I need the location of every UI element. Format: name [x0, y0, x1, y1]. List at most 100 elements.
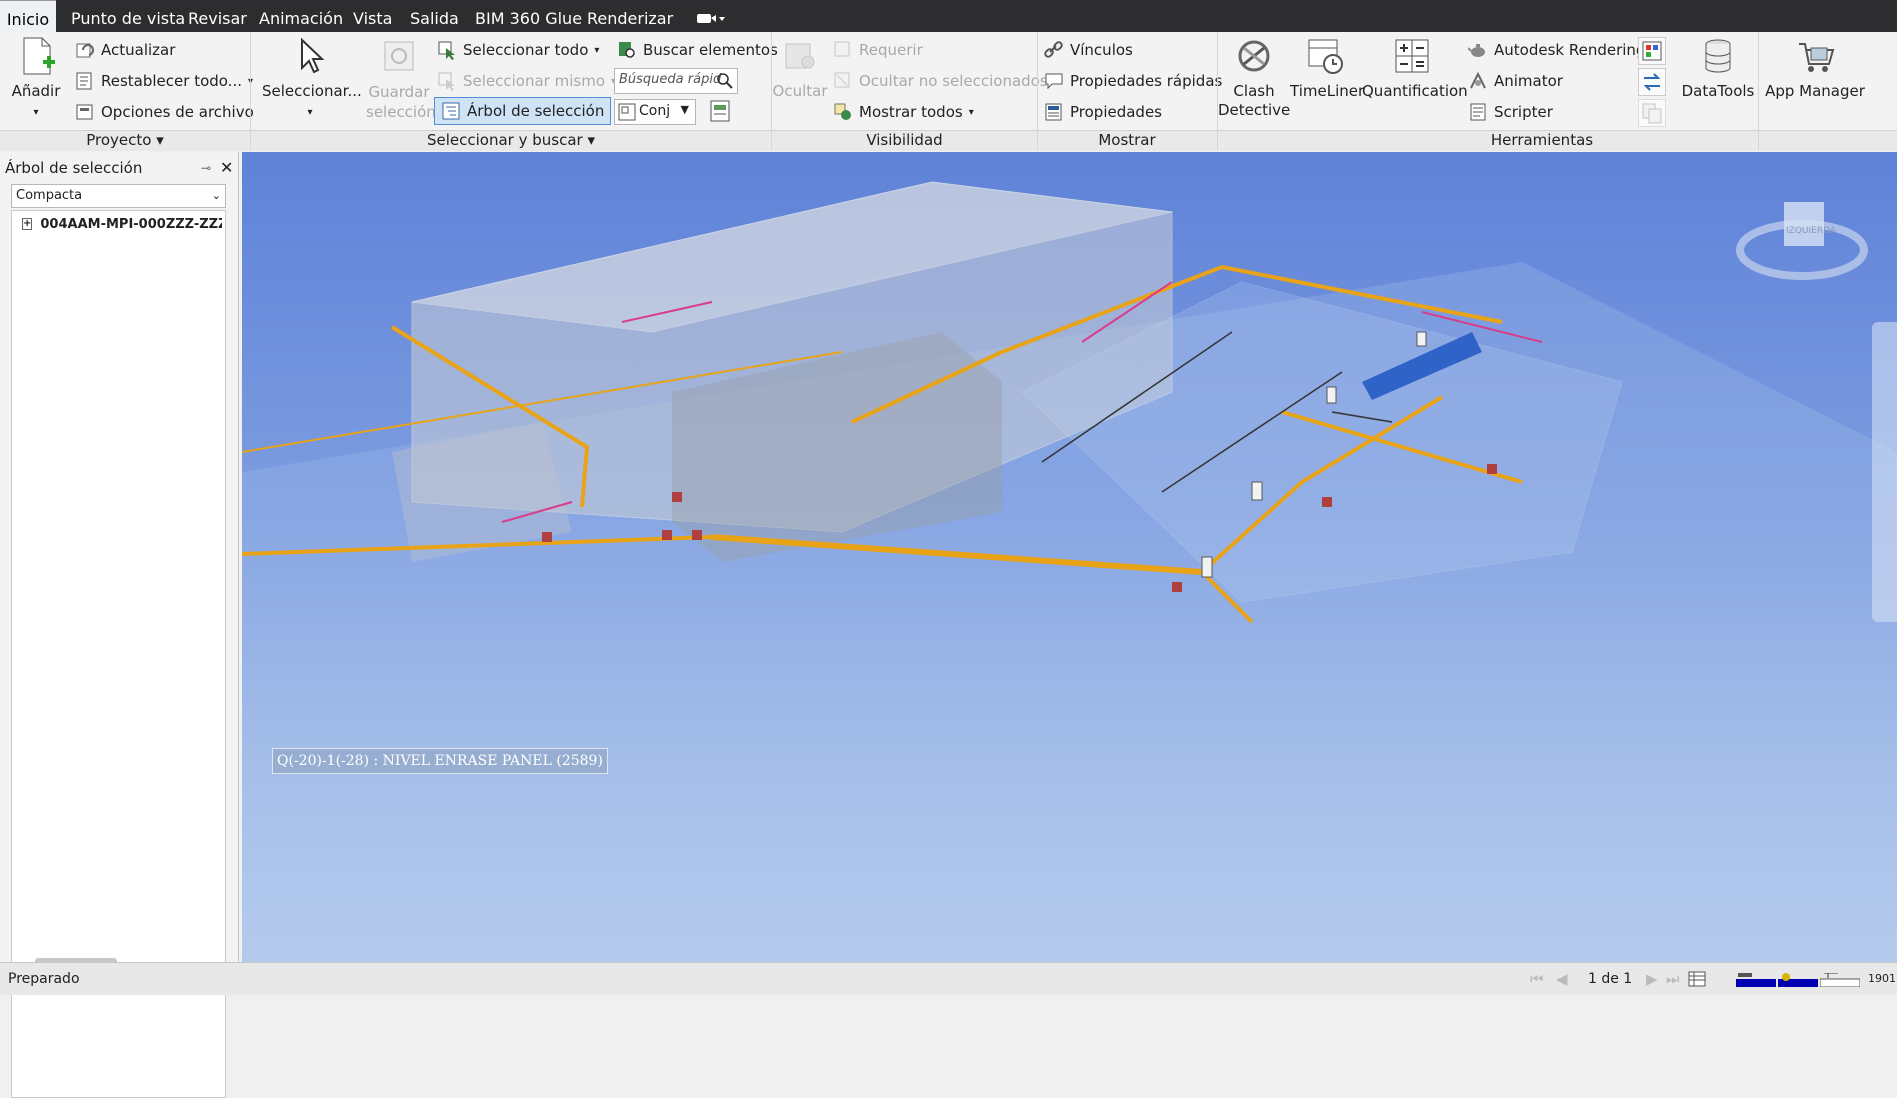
autodesk-rendering-button[interactable]: Autodesk Rendering	[1468, 40, 1645, 60]
manage-sets-icon	[710, 100, 730, 122]
quick-find-input[interactable]: Búsqueda rápid	[614, 68, 738, 94]
select-all-icon	[438, 41, 455, 60]
quantification-button[interactable]: Quantification	[1362, 36, 1468, 101]
quick-find-placeholder: Búsqueda rápid	[619, 72, 722, 87]
file-options-button[interactable]: Opciones de archivo	[75, 102, 254, 122]
select-all-button[interactable]: Seleccionar todo ▾	[437, 40, 599, 60]
web-server-progress-icon	[1819, 972, 1861, 988]
add-button[interactable]: Añadir ▾	[8, 36, 64, 122]
tab-revisar[interactable]: Revisar	[188, 0, 247, 32]
hide-button[interactable]: Ocultar	[772, 36, 828, 101]
3d-viewport[interactable]: IZQUIERDA Q(-20)-1(-28) : NIVEL ENRASE P…	[242, 152, 1897, 962]
panel-title-mostrar: Mostrar	[1098, 131, 1156, 149]
panel-title-seleccionar[interactable]: Seleccionar y buscar ▾	[251, 131, 771, 150]
video-camera-icon[interactable]	[695, 10, 725, 26]
require-button[interactable]: Requerir	[833, 40, 923, 60]
find-items-button[interactable]: Buscar elementos	[617, 40, 778, 60]
model-render	[242, 181, 1897, 962]
database-icon	[1705, 39, 1731, 73]
swap-arrows-icon	[1643, 73, 1661, 91]
hide-unselected-button[interactable]: Ocultar no seleccionados	[833, 71, 1048, 91]
properties-button[interactable]: Propiedades	[1044, 102, 1162, 122]
select-button[interactable]: Seleccionar... ▾	[262, 36, 362, 122]
manhole	[542, 532, 552, 542]
select-same-icon	[438, 72, 455, 91]
tab-salida[interactable]: Salida	[410, 0, 459, 32]
tab-punto-de-vista[interactable]: Punto de vista	[71, 0, 185, 32]
datatools-button[interactable]: DataTools	[1680, 36, 1756, 101]
appearance-profiler-button[interactable]	[1638, 37, 1666, 65]
quick-find-search-icon[interactable]	[715, 71, 735, 91]
app-manager-button[interactable]: App Manager	[1762, 36, 1868, 101]
ribbon: Añadir▾ Actualizar Restablecer todo...▾ …	[0, 32, 1897, 151]
sheet-browser-icon[interactable]	[1688, 971, 1706, 987]
manhole	[1487, 464, 1497, 474]
lamp-post	[1251, 481, 1263, 501]
pencil-progress-icon	[1736, 973, 1776, 987]
disk-progress-icon	[1778, 973, 1818, 987]
next-page-icon[interactable]: ▶	[1646, 970, 1658, 988]
tab-vista[interactable]: Vista	[353, 0, 392, 32]
manhole	[672, 492, 682, 502]
selection-tree-title: Árbol de selección	[5, 159, 143, 177]
animator-button[interactable]: Animator	[1468, 71, 1563, 91]
links-button[interactable]: Vínculos	[1044, 40, 1133, 60]
cursor-icon	[301, 37, 325, 74]
quick-properties-button[interactable]: Propiedades rápidas	[1044, 71, 1222, 91]
object-tooltip: Q(-20)-1(-28) : NIVEL ENRASE PANEL (2589…	[272, 748, 608, 774]
timeliner-button[interactable]: TimeLiner	[1290, 36, 1364, 101]
clash-detective-button[interactable]: Clash Detective	[1218, 36, 1290, 120]
lamp-post	[1201, 556, 1213, 578]
chevron-down-icon: ▼	[680, 103, 689, 116]
tab-renderizar[interactable]: Renderizar	[587, 0, 673, 32]
first-page-icon[interactable]: ⏮	[1530, 970, 1544, 988]
tab-bim-360-glue[interactable]: BIM 360 Glue	[475, 0, 582, 32]
tree-mode-dropdown[interactable]: Compacta ⌄	[11, 184, 226, 208]
hide-icon	[785, 43, 815, 69]
tab-animacion[interactable]: Animación	[259, 0, 343, 32]
page-indicator: 1 de 1	[1588, 971, 1633, 987]
rendering-teapot-icon	[1468, 44, 1485, 57]
selection-tree-header: Árbol de selección ⊸ ✕	[0, 157, 238, 179]
properties-icon	[1045, 103, 1062, 121]
sets-label: Conj	[639, 103, 671, 119]
expand-icon[interactable]: +	[22, 218, 33, 230]
reset-all-button[interactable]: Restablecer todo...▾	[75, 71, 253, 91]
scripter-button[interactable]: Scripter	[1468, 102, 1553, 122]
compare-button[interactable]	[1638, 99, 1666, 127]
last-page-icon[interactable]: ⏭	[1666, 970, 1680, 988]
refresh-button[interactable]: Actualizar	[75, 40, 175, 60]
navigation-bar[interactable]	[1872, 322, 1897, 622]
save-selection-button[interactable]: Guardar selección	[366, 36, 436, 122]
batch-utility-button[interactable]	[1638, 68, 1666, 96]
compare-icon	[1642, 103, 1662, 124]
find-items-icon	[619, 42, 635, 58]
manage-sets-button[interactable]	[707, 98, 733, 124]
add-file-icon	[23, 37, 55, 75]
status-text: Preparado	[8, 971, 80, 987]
show-all-icon	[834, 103, 851, 120]
lamp-post	[1326, 386, 1337, 404]
chevron-down-icon: ⌄	[211, 189, 221, 202]
panel-title-herramientas: Herramientas	[1490, 131, 1594, 149]
palette-icon	[1642, 41, 1662, 61]
tree-item-root[interactable]: + 004AAM-MPI-000ZZZ-ZZZ-	[22, 215, 222, 233]
tab-inicio[interactable]: Inicio	[0, 0, 56, 32]
manhole	[692, 530, 702, 540]
viewcube[interactable]: IZQUIERDA	[1732, 192, 1872, 302]
viewcube-face-label[interactable]: IZQUIERDA	[1786, 226, 1836, 236]
select-same-button[interactable]: Seleccionar mismo▾	[437, 71, 616, 91]
lamp-post	[1416, 331, 1427, 347]
close-icon[interactable]: ✕	[220, 157, 233, 179]
hide-unselected-icon	[834, 72, 850, 88]
show-all-button[interactable]: Mostrar todos ▾	[833, 102, 974, 122]
pin-icon[interactable]: ⊸	[201, 157, 211, 179]
shopping-cart-icon	[1799, 43, 1835, 72]
panel-title-proyecto[interactable]: Proyecto ▾	[0, 131, 250, 150]
selection-tree-panel: Árbol de selección ⊸ ✕ Compacta ⌄ + 004A…	[0, 152, 239, 1098]
sets-dropdown[interactable]: Conj ▼	[614, 99, 696, 125]
previous-page-icon[interactable]: ◀	[1556, 970, 1568, 988]
tree-mode-value: Compacta	[16, 188, 83, 203]
selection-tree-button[interactable]: Árbol de selección	[434, 97, 612, 125]
manhole	[1172, 582, 1182, 592]
